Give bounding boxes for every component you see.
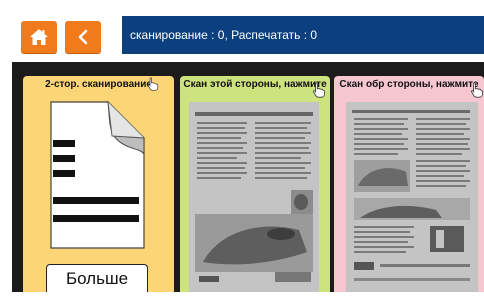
scanned-page-back: [346, 102, 478, 292]
scanned-page-front: [189, 102, 319, 292]
home-icon: [29, 28, 49, 46]
chevron-left-icon: [76, 29, 90, 45]
card-title: Скан обр стороны, нажмите: [339, 79, 479, 90]
top-bar: сканирование : 0, Распечатать : 0: [0, 0, 484, 62]
home-button[interactable]: [21, 21, 57, 53]
hand-pointer-icon: [147, 77, 159, 96]
hand-pointer-icon: [470, 82, 484, 103]
card-title: Скан этой стороны, нажмите: [183, 79, 327, 90]
document-icon: [50, 94, 146, 255]
hand-pointer-icon: [312, 82, 326, 103]
more-button[interactable]: Больше: [46, 264, 148, 292]
scan-front-card[interactable]: Скан этой стороны, нажмите: [180, 76, 330, 292]
duplex-scan-card[interactable]: 2-стор. сканирование: [23, 76, 174, 292]
back-button[interactable]: [65, 21, 101, 53]
status-text: сканирование : 0, Распечатать : 0: [130, 28, 318, 42]
status-bar: сканирование : 0, Распечатать : 0: [122, 16, 484, 54]
scan-back-card[interactable]: Скан обр стороны, нажмите: [334, 76, 484, 292]
